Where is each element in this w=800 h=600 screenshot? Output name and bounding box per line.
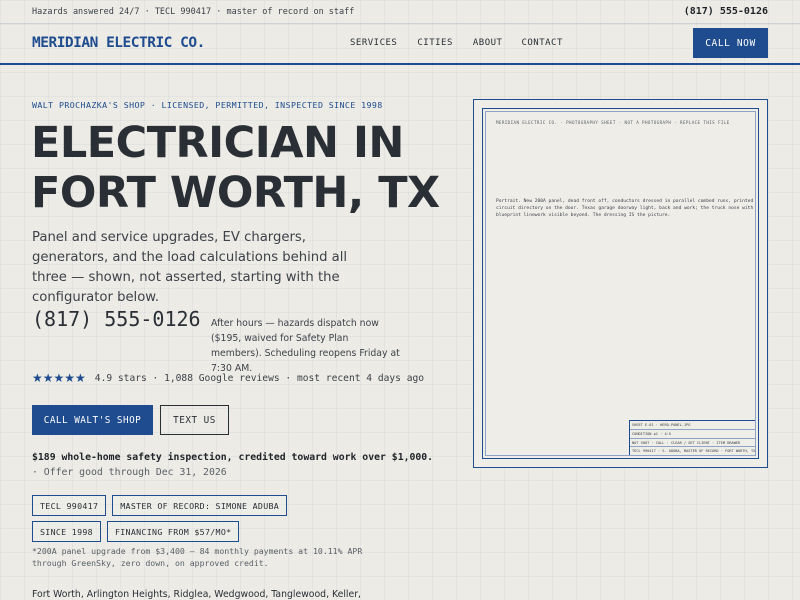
- nav-item-cities[interactable]: CITIES: [417, 38, 453, 48]
- rating-text: 4.9 stars · 1,088 Google reviews · most …: [94, 372, 425, 384]
- nav-item-services[interactable]: SERVICES: [350, 38, 397, 48]
- utility-tagline: Hazards answered 24/7 · TECL 990417 · ma…: [32, 6, 355, 17]
- after-hours-note: After hours — hazards dispatch now ($195…: [211, 318, 400, 374]
- offer-expiry: · Offer good through Dec 31, 2026: [32, 467, 227, 478]
- nav-item-about[interactable]: ABOUT: [473, 38, 503, 48]
- badge-license: TECL 990417: [32, 495, 107, 516]
- star-rating-icon: ★★★★★: [32, 371, 86, 385]
- rating-summary: ★★★★★ 4.9 stars · 1,088 Google reviews ·…: [32, 371, 424, 385]
- title-block-row: SHEET E-01 · HERO-PANEL.JPG: [630, 421, 755, 430]
- page-title-line-2: FORT WORTH, TX: [31, 168, 440, 218]
- call-now-button[interactable]: CALL NOW: [693, 28, 768, 58]
- sheet-title-block: SHEET E-01 · HERO-PANEL.JPG CONDITION p1…: [629, 420, 755, 455]
- title-block-row: CONDITION p1 · 4:5: [630, 430, 755, 439]
- financing-footnote: *200A panel upgrade from $3,400 — 84 mon…: [32, 546, 363, 568]
- hero-lede: Panel and service upgrades, EV chargers,…: [32, 230, 348, 305]
- brand-logo[interactable]: MERIDIAN ELECTRIC CO.: [32, 35, 205, 51]
- utility-phone-link[interactable]: (817) 555-0126: [684, 6, 768, 17]
- inspection-offer: $189 whole-home safety inspection, credi…: [32, 450, 442, 480]
- title-block-row: NOT SHOT · CALL · CLEAR / GET CLIENT · I…: [630, 439, 755, 448]
- offer-headline: $189 whole-home safety inspection, credi…: [32, 452, 434, 463]
- page-title: ELECTRICIAN IN FORT WORTH, TX: [31, 118, 451, 218]
- main-nav: SERVICES CITIES ABOUT CONTACT: [350, 38, 583, 48]
- hero-eyebrow: WALT PROCHAZKA'S SHOP · LICENSED, PERMIT…: [32, 100, 383, 110]
- hero-phone-link[interactable]: (817) 555-0126: [32, 307, 201, 331]
- site-header: MERIDIAN ELECTRIC CO. SERVICES CITIES AB…: [0, 24, 800, 65]
- badge-since: SINCE 1998: [32, 521, 101, 542]
- title-block-row: TECL 990417 · S. ADUBA, MASTER OF RECORD…: [632, 449, 755, 454]
- photo-placeholder-sheet: MERIDIAN ELECTRIC CO. · PHOTOGRAPHY SHEE…: [473, 99, 768, 468]
- sheet-header: MERIDIAN ELECTRIC CO. · PHOTOGRAPHY SHEE…: [496, 120, 730, 125]
- sheet-inner-border: MERIDIAN ELECTRIC CO. · PHOTOGRAPHY SHEE…: [485, 111, 756, 456]
- sheet-description: Portrait. New 200A panel, dead front off…: [496, 199, 754, 218]
- badge-master-of-record: MASTER OF RECORD: SIMONE ADUBA: [112, 495, 288, 516]
- page-title-line-1: ELECTRICIAN IN: [31, 118, 404, 168]
- service-areas: Fort Worth, Arlington Heights, Ridglea, …: [32, 589, 361, 600]
- text-us-button[interactable]: TEXT US: [160, 405, 229, 435]
- nav-item-contact[interactable]: CONTACT: [521, 38, 562, 48]
- badge-financing: FINANCING FROM $57/MO*: [106, 521, 240, 542]
- utility-bar: Hazards answered 24/7 · TECL 990417 · ma…: [0, 0, 800, 24]
- call-shop-button[interactable]: CALL WALT'S SHOP: [32, 405, 153, 435]
- sheet-border: MERIDIAN ELECTRIC CO. · PHOTOGRAPHY SHEE…: [482, 108, 759, 459]
- credential-badges: TECL 990417 MASTER OF RECORD: SIMONE ADU…: [32, 495, 362, 542]
